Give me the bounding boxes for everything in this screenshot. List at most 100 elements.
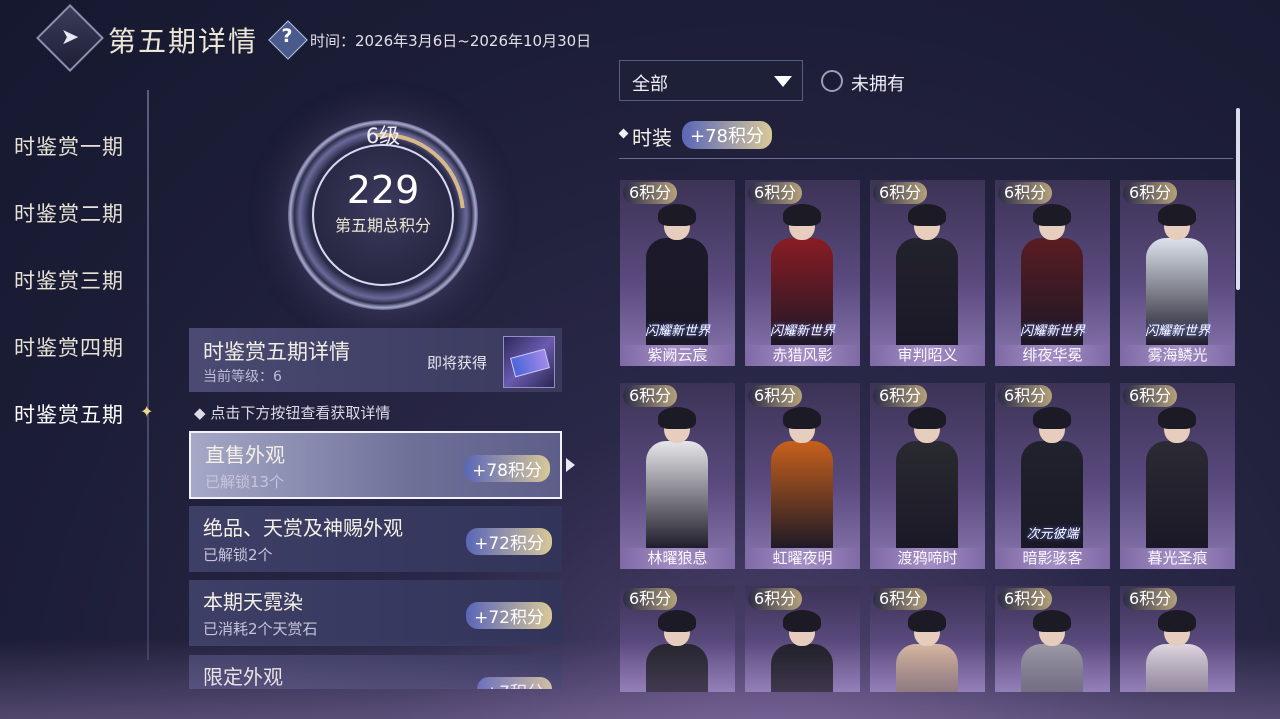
outfit-figure [767, 610, 837, 692]
back-arrow-icon: ➤ [60, 25, 80, 50]
outfit-name: 紫阙云宸 [620, 345, 735, 366]
nav-item-period-2[interactable]: 时鉴赏二期 [14, 198, 124, 228]
outfit-name: 暮光圣痕 [1120, 548, 1235, 569]
section-divider [619, 158, 1233, 159]
outfit-points-badge: 6积分 [748, 385, 803, 407]
outfit-card[interactable]: 6积分 [745, 586, 860, 692]
category-points-badge: +72积分 [466, 528, 552, 555]
outfit-points-badge: 6积分 [873, 588, 928, 610]
section-bullet-icon [618, 128, 629, 139]
outfit-collection-tag: 闪耀新世界 [769, 324, 835, 339]
total-score-label: 第五期总积分 [334, 216, 431, 235]
outfit-card[interactable]: 6积分 [995, 586, 1110, 692]
outfit-card[interactable]: 6积分 闪耀新世界 绯夜华冕 [995, 180, 1110, 366]
category-limited[interactable]: 限定外观 +7积分 [189, 655, 562, 689]
outfit-collection-tag: 闪耀新世界 [1144, 324, 1210, 339]
outfit-hair [783, 407, 821, 429]
outfit-card[interactable]: 6积分 审判昭义 [870, 180, 985, 366]
hint-text: ◆ 点击下方按钮查看获取详情 [194, 404, 391, 422]
unowned-label[interactable]: 未拥有 [851, 70, 905, 96]
category-title: 限定外观 [203, 665, 283, 689]
outfit-hair [908, 407, 946, 429]
outfit-hair [1158, 204, 1196, 226]
outfit-hair [1033, 610, 1071, 632]
outfit-figure [1142, 407, 1212, 551]
upcoming-reward-label: 即将获得 [427, 354, 488, 372]
outfit-card[interactable]: 6积分虹曜夜明 [745, 383, 860, 569]
section-title: 时装 [632, 126, 672, 150]
outfit-hair [658, 204, 696, 226]
outfit-hair [1033, 204, 1071, 226]
outfit-card[interactable]: 6积分 闪耀新世界 雾海鳞光 [1120, 180, 1235, 366]
outfit-card[interactable]: 6积分 [1120, 586, 1235, 692]
outfit-figure [892, 407, 962, 551]
outfit-points-badge: 6积分 [623, 588, 678, 610]
outfit-points-badge: 6积分 [1123, 588, 1178, 610]
outfit-body [1146, 441, 1208, 551]
outfit-name: 赤猎风影 [745, 345, 860, 366]
outfit-points-badge: 6积分 [623, 385, 678, 407]
filter-dropdown[interactable]: 全部 [619, 60, 803, 101]
outfit-figure [1017, 610, 1087, 692]
outfit-card[interactable]: 6积分 渡鸦啼时 [870, 383, 985, 569]
category-direct-sale[interactable]: 直售外观 已解锁13个 +78积分 [189, 431, 562, 499]
nav-item-period-4[interactable]: 时鉴赏四期 [14, 332, 124, 362]
outfit-hair [1158, 610, 1196, 632]
outfit-name: 暗影骇客 [995, 548, 1110, 569]
outfit-points-badge: 6积分 [873, 182, 928, 204]
outfit-points-badge: 6积分 [998, 182, 1053, 204]
category-title: 绝品、天赏及神赐外观 [203, 516, 403, 540]
outfit-hair [783, 204, 821, 226]
outfit-points-badge: 6积分 [623, 182, 678, 204]
outfit-figure [892, 610, 962, 692]
category-title: 直售外观 [205, 443, 285, 467]
question-icon: ? [281, 25, 293, 47]
outfit-hair [908, 610, 946, 632]
outfit-hair [783, 610, 821, 632]
outfit-card[interactable]: 6积分闪耀新世界赤猎风影 [745, 180, 860, 366]
outfit-body [771, 644, 833, 692]
outfit-card[interactable]: 6积分 [620, 586, 735, 692]
outfit-card[interactable]: 6积分 次元彼端 暗影骇客 [995, 383, 1110, 569]
outfit-name: 绯夜华冕 [995, 345, 1110, 366]
outfit-card[interactable]: 6积分林曜狼息 [620, 383, 735, 569]
upcoming-reward-icon[interactable] [503, 336, 555, 388]
total-score: 229 [346, 168, 420, 212]
outfit-figure [642, 610, 712, 692]
category-sub: 已解锁2个 [203, 546, 273, 564]
nav-item-period-5[interactable]: 时鉴赏五期 [14, 399, 124, 429]
outfit-card[interactable]: 6积分闪耀新世界紫阙云宸 [620, 180, 735, 366]
category-dye[interactable]: 本期天霓染 已消耗2个天赏石 +72积分 [189, 580, 562, 646]
category-points-badge: +78积分 [464, 455, 550, 482]
outfit-body [646, 644, 708, 692]
outfit-body [1146, 644, 1208, 692]
outfit-body [771, 441, 833, 551]
outfit-collection-tag: 闪耀新世界 [644, 324, 710, 339]
outfit-figure [767, 407, 837, 551]
nav-item-period-3[interactable]: 时鉴赏三期 [14, 265, 124, 295]
dropdown-arrow-icon [774, 76, 792, 87]
outfit-hair [658, 610, 696, 632]
category-premium[interactable]: 绝品、天赏及神赐外观 已解锁2个 +72积分 [189, 506, 562, 572]
outfit-points-badge: 6积分 [748, 182, 803, 204]
outfit-hair [908, 204, 946, 226]
period-detail-title: 时鉴赏五期详情 [203, 340, 350, 364]
outfit-name: 林曜狼息 [620, 548, 735, 569]
period-detail-card[interactable]: 时鉴赏五期详情 当前等级：6 即将获得 [189, 328, 562, 392]
category-sub: 已消耗2个天赏石 [203, 620, 318, 638]
outfit-hair [1158, 407, 1196, 429]
outfit-body [896, 441, 958, 551]
outfit-figure [1142, 610, 1212, 692]
event-time: 时间：2026年3月6日~2026年10月30日 [310, 32, 592, 50]
outfit-card[interactable]: 6积分 暮光圣痕 [1120, 383, 1235, 569]
outfit-body [1021, 644, 1083, 692]
unowned-radio[interactable] [821, 70, 843, 92]
current-level-text: 当前等级：6 [203, 369, 282, 385]
outfit-card[interactable]: 6积分 [870, 586, 985, 692]
current-level: 6级 [365, 124, 401, 148]
category-points-badge: +72积分 [466, 602, 552, 629]
nav-item-period-1[interactable]: 时鉴赏一期 [14, 131, 124, 161]
outfit-name: 虹曜夜明 [745, 548, 860, 569]
outfit-hair [658, 407, 696, 429]
scrollbar[interactable] [1236, 108, 1240, 290]
